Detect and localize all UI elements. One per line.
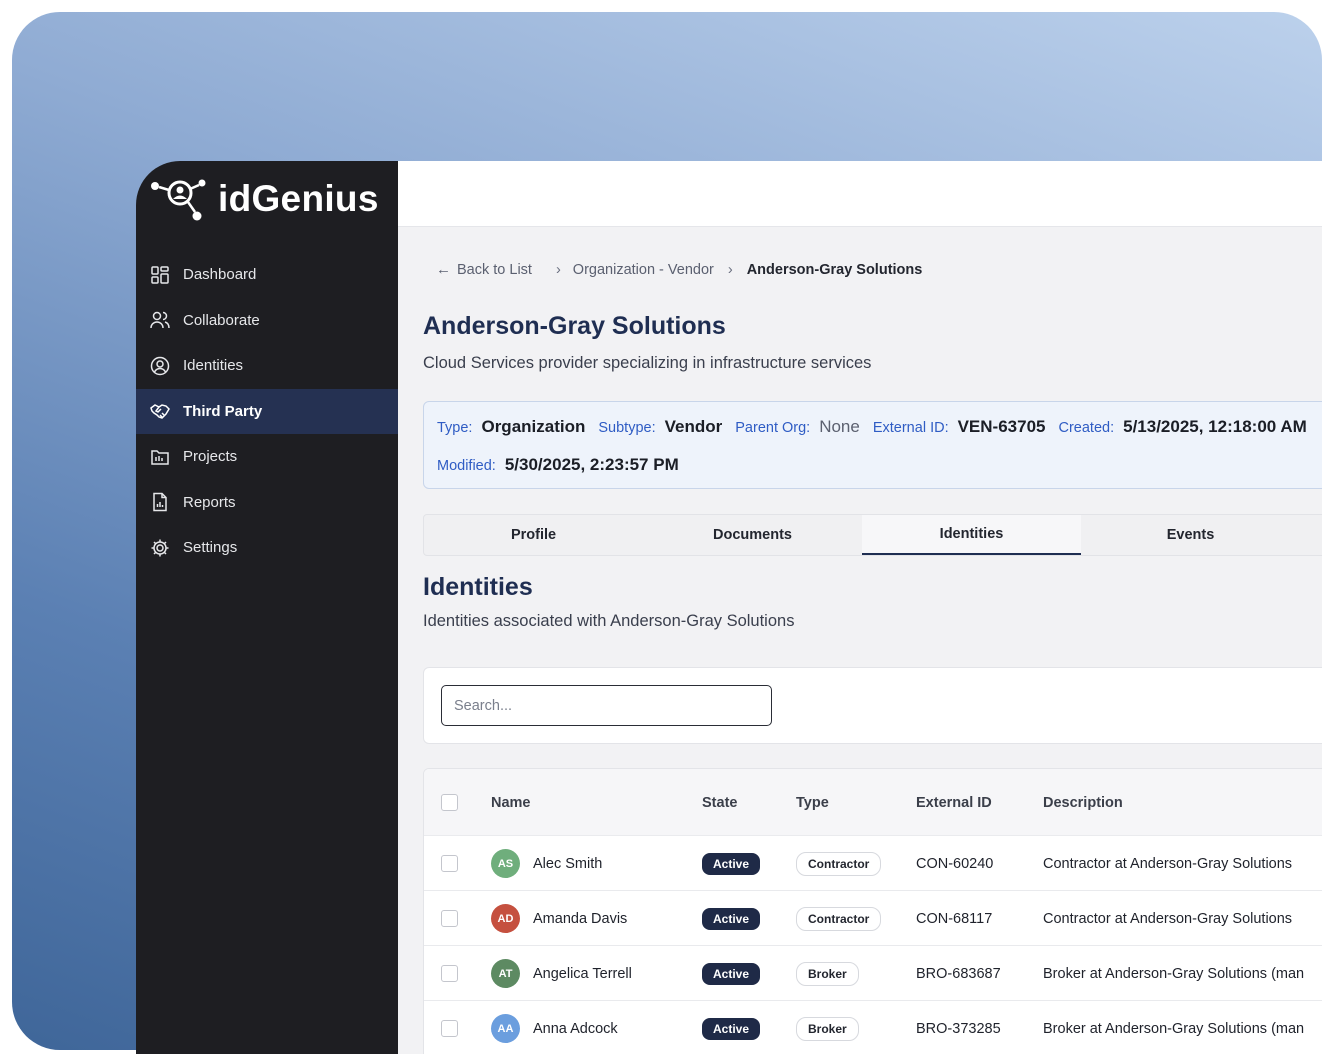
modified-label: Modified: — [437, 458, 496, 474]
row-select-cell — [441, 1001, 458, 1054]
table-row[interactable]: AS Alec Smith Active Contractor CON-6024… — [424, 836, 1322, 891]
content-layer: Anderson-Gray Solutions Cloud Services p… — [136, 161, 1322, 1054]
subtype-value: Vendor — [664, 417, 723, 436]
status-badge: Active — [702, 1017, 761, 1040]
table-header: Name State Type External ID Description — [424, 769, 1322, 836]
type-badge: Contractor — [796, 851, 882, 876]
external-id-cell: BRO-683687 — [916, 965, 1001, 982]
external-id-value: VEN-63705 — [957, 417, 1046, 436]
section-subtitle: Identities associated with Anderson-Gray… — [423, 612, 795, 630]
type-label: Type: — [437, 420, 473, 436]
column-header-name[interactable]: Name — [491, 769, 531, 836]
row-checkbox[interactable] — [441, 855, 458, 872]
select-all-checkbox[interactable] — [441, 794, 458, 811]
tab-profile[interactable]: Profile — [424, 515, 643, 555]
metadata-panel: Type: Organization Subtype: Vendor Paren… — [423, 401, 1322, 489]
state-cell: Active — [702, 946, 761, 1001]
status-badge: Active — [702, 907, 761, 930]
type-value: Organization — [481, 417, 586, 436]
tab-bar: Profile Documents Identities Events — [423, 514, 1322, 556]
created-value: 5/13/2025, 12:18:00 AM — [1123, 417, 1307, 436]
description-cell: Broker at Anderson-Gray Solutions (man — [1043, 1020, 1305, 1037]
name-cell: AD Amanda Davis — [491, 891, 627, 946]
parent-org-label: Parent Org: — [735, 420, 811, 436]
description-cell: Broker at Anderson-Gray Solutions (man — [1043, 965, 1305, 982]
column-header-external-id[interactable]: External ID — [916, 769, 992, 836]
description-cell: Contractor at Anderson-Gray Solutions — [1043, 855, 1293, 872]
table-row[interactable]: AA Anna Adcock Active Broker BRO-373285 … — [424, 1001, 1322, 1054]
row-checkbox[interactable] — [441, 965, 458, 982]
type-cell: Broker — [796, 1001, 859, 1054]
row-select-cell — [441, 946, 458, 1001]
identity-name[interactable]: Anna Adcock — [533, 1021, 618, 1037]
select-all-cell — [441, 769, 458, 836]
modified-value: 5/30/2025, 2:23:57 PM — [504, 455, 679, 474]
subtype-label: Subtype: — [598, 420, 656, 436]
type-cell: Contractor — [796, 891, 882, 946]
identities-table: Name State Type External ID Description … — [423, 768, 1322, 1054]
tab-events[interactable]: Events — [1081, 515, 1300, 555]
name-cell: AA Anna Adcock — [491, 1001, 618, 1054]
avatar: AS — [491, 849, 520, 878]
identity-name[interactable]: Alec Smith — [533, 856, 602, 872]
column-header-description[interactable]: Description — [1043, 769, 1123, 836]
metadata-row: Modified: 5/30/2025, 2:23:57 PM — [437, 455, 692, 475]
external-id-cell: CON-68117 — [916, 910, 993, 927]
description-cell: Contractor at Anderson-Gray Solutions — [1043, 910, 1293, 927]
type-badge: Broker — [796, 1016, 859, 1041]
state-cell: Active — [702, 836, 761, 891]
column-header-state[interactable]: State — [702, 769, 737, 836]
avatar: AT — [491, 959, 520, 988]
search-input[interactable] — [441, 685, 772, 726]
name-cell: AT Angelica Terrell — [491, 946, 632, 1001]
row-checkbox[interactable] — [441, 910, 458, 927]
page-title: Anderson-Gray Solutions — [423, 312, 726, 340]
table-row[interactable]: AD Amanda Davis Active Contractor CON-68… — [424, 891, 1322, 946]
state-cell: Active — [702, 1001, 761, 1054]
type-badge: Contractor — [796, 906, 882, 931]
avatar: AD — [491, 904, 520, 933]
metadata-row: Type: Organization Subtype: Vendor Paren… — [437, 417, 1320, 437]
tab-identities[interactable]: Identities — [862, 515, 1081, 555]
created-label: Created: — [1058, 420, 1115, 436]
type-cell: Broker — [796, 946, 859, 1001]
tab-documents[interactable]: Documents — [643, 515, 862, 555]
type-cell: Contractor — [796, 836, 882, 891]
external-id-cell: CON-60240 — [916, 855, 994, 872]
state-cell: Active — [702, 891, 761, 946]
identity-name[interactable]: Angelica Terrell — [533, 966, 632, 982]
identity-name[interactable]: Amanda Davis — [533, 911, 627, 927]
page-subtitle: Cloud Services provider specializing in … — [423, 354, 872, 372]
row-checkbox[interactable] — [441, 1020, 458, 1037]
row-select-cell — [441, 891, 458, 946]
external-id-label: External ID: — [872, 420, 949, 436]
avatar: AA — [491, 1014, 520, 1043]
search-card — [423, 667, 1322, 744]
table-row[interactable]: AT Angelica Terrell Active Broker BRO-68… — [424, 946, 1322, 1001]
type-badge: Broker — [796, 961, 859, 986]
parent-org-value: None — [819, 417, 860, 436]
external-id-cell: BRO-373285 — [916, 1020, 1001, 1037]
column-header-type[interactable]: Type — [796, 769, 829, 836]
status-badge: Active — [702, 852, 761, 875]
status-badge: Active — [702, 962, 761, 985]
row-select-cell — [441, 836, 458, 891]
name-cell: AS Alec Smith — [491, 836, 602, 891]
section-title: Identities — [423, 573, 533, 601]
